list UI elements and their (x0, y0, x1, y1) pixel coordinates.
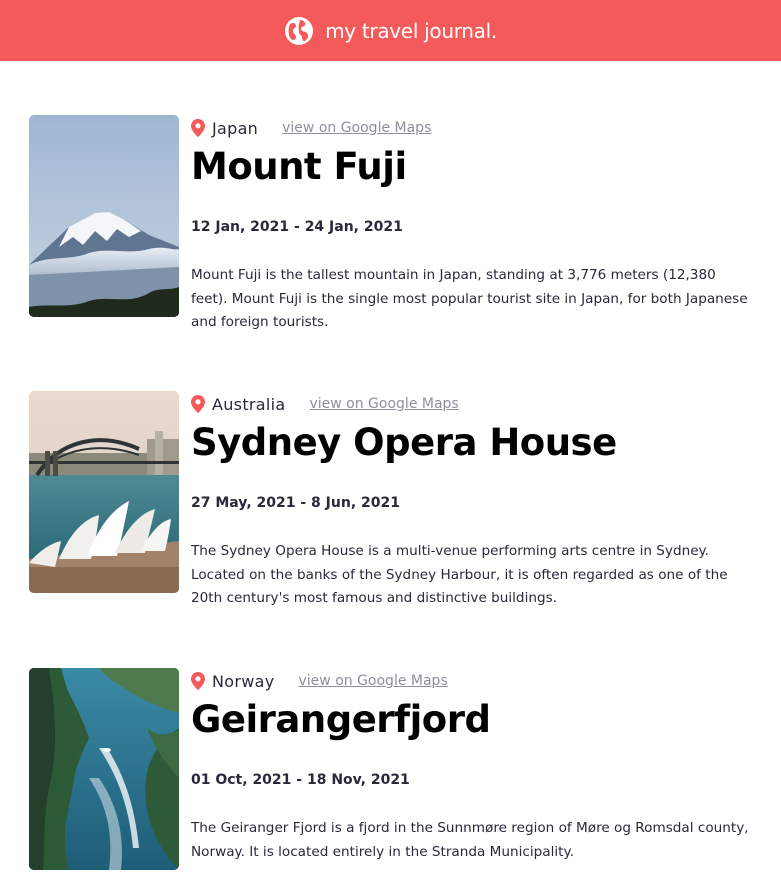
app-title: my travel journal. (325, 18, 497, 43)
entry-photo-geirangerfjord (29, 668, 179, 870)
google-maps-link[interactable]: view on Google Maps (309, 396, 458, 412)
journal-entry: Japan view on Google Maps Mount Fuji 12 … (29, 115, 769, 330)
location-row: Australia view on Google Maps (191, 393, 459, 415)
trip-dates: 27 May, 2021 - 8 Jun, 2021 (191, 495, 400, 511)
trip-dates: 12 Jan, 2021 - 24 Jan, 2021 (191, 219, 403, 235)
entry-photo-sydney-opera-house (29, 391, 179, 593)
place-title: Geirangerfjord (191, 698, 491, 741)
country-label: Norway (212, 671, 275, 691)
place-description: Mount Fuji is the tallest mountain in Ja… (191, 267, 748, 330)
globe-icon (285, 16, 314, 45)
country-label: Japan (212, 118, 259, 138)
google-maps-link[interactable]: view on Google Maps (282, 120, 431, 136)
location-pin-icon (191, 119, 205, 137)
trip-dates: 01 Oct, 2021 - 18 Nov, 2021 (191, 772, 410, 788)
place-description: The Geiranger Fjord is a fjord in the Su… (191, 820, 749, 860)
location-row: Norway view on Google Maps (191, 670, 448, 692)
journal-entry: Norway view on Google Maps Geirangerfjor… (29, 668, 769, 871)
location-pin-icon (191, 672, 205, 690)
entry-photo-mount-fuji (29, 115, 179, 317)
place-description: The Sydney Opera House is a multi-venue … (191, 543, 728, 606)
location-pin-icon (191, 395, 205, 413)
country-label: Australia (212, 394, 286, 414)
journal-entry: Australia view on Google Maps Sydney Ope… (29, 391, 769, 606)
location-row: Japan view on Google Maps (191, 117, 431, 139)
navbar: my travel journal. (0, 0, 781, 61)
google-maps-link[interactable]: view on Google Maps (299, 673, 448, 689)
place-title: Mount Fuji (191, 145, 407, 188)
place-title: Sydney Opera House (191, 421, 617, 464)
